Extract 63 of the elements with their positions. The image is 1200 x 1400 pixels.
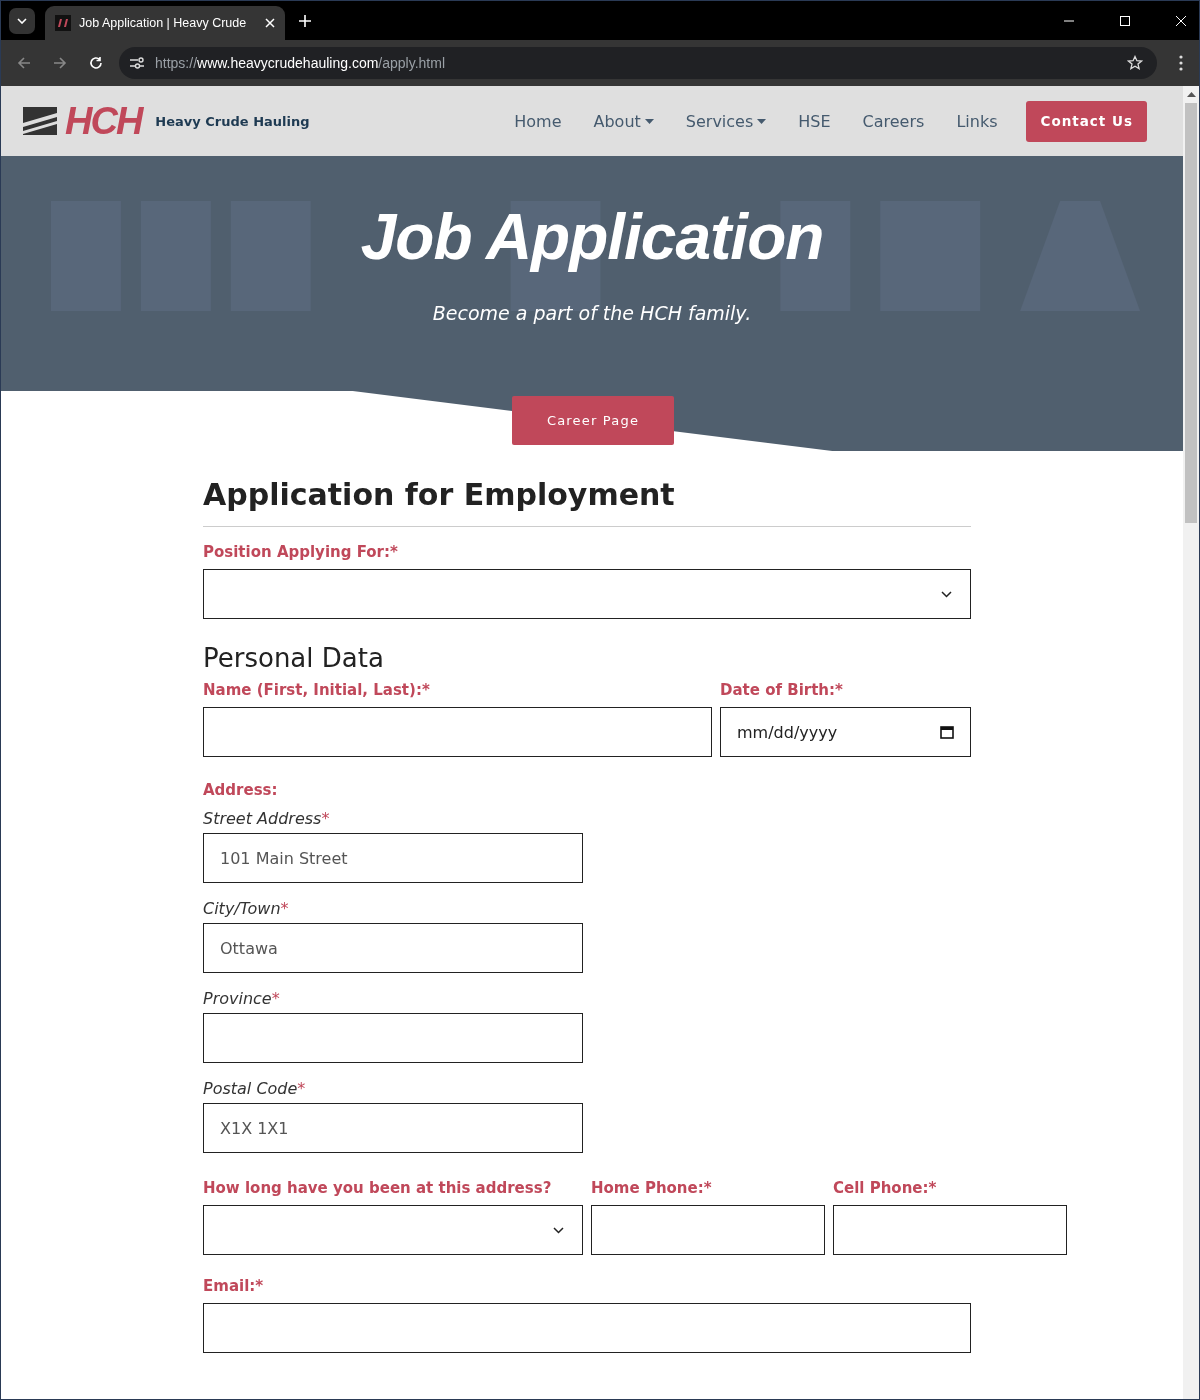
input-field[interactable]: 101 Main Street [203,833,583,883]
logo-icon [55,15,71,31]
phone-field[interactable] [833,1205,1067,1255]
chevron-down-icon [17,17,27,24]
nav-link[interactable]: Services [685,111,767,131]
close-icon[interactable] [265,18,275,28]
section-heading: Personal Data [203,643,385,673]
forward-arrow-icon[interactable] [53,56,67,70]
caret-icon [644,118,654,124]
input-field[interactable] [203,1013,583,1063]
field-label: Postal Code* [203,1079,307,1098]
form-title: Application for Employment [203,477,971,527]
reload-icon[interactable] [89,56,103,70]
nav-link[interactable]: Home [514,111,562,131]
field-label: Home Phone:* [591,1179,713,1197]
field-label: Position Applying For:* [203,543,399,561]
hero-subtitle: Become a part of the HCH family. [432,302,752,324]
phone-field[interactable] [591,1205,825,1255]
maximize-icon[interactable] [1119,14,1131,27]
chevron-down-icon [941,590,952,598]
company-name: Heavy Crude Hauling [155,113,310,129]
url-text: https://www.heavycrudehauling.com/apply.html [155,55,446,71]
scroll-up-icon[interactable] [1186,92,1196,97]
back-arrow-icon[interactable] [17,56,31,70]
close-icon[interactable] [1175,14,1187,27]
field-label: Name (First, Initial, Last):* [203,681,431,699]
caret-icon [757,118,767,124]
tab-title: Job Application | Heavy Crude [79,16,248,30]
nav-link[interactable]: About [593,111,654,131]
date-field[interactable]: mm/dd/yyyy [720,707,971,757]
scrollbar-thumb[interactable] [1185,103,1197,523]
tab-search-button[interactable] [9,7,35,34]
nav-link[interactable]: HSE [798,111,831,131]
field-label: Address: [203,781,279,799]
logo-text[interactable]: HCH [65,102,142,140]
field-label: Province* [203,989,281,1008]
nav-link[interactable]: Careers [862,111,925,131]
star-icon[interactable] [1127,55,1143,71]
field-label: Email:* [203,1277,265,1295]
new-tab-icon[interactable] [299,14,311,27]
calendar-icon [940,725,954,739]
address-bar[interactable]: https://www.heavycrudehauling.com/apply.html [119,47,1157,79]
name-field[interactable] [203,707,712,757]
hero-title: Job Application [360,200,824,274]
input-field[interactable]: Ottawa [203,923,583,973]
email-field[interactable] [203,1303,971,1353]
input-field[interactable]: X1X 1X1 [203,1103,583,1153]
field-label: Street Address* [203,809,331,828]
stripes-logo-icon [23,107,57,135]
menu-icon[interactable] [1179,55,1183,71]
duration-select[interactable] [203,1205,583,1255]
position-select[interactable] [203,569,971,619]
scrollbar[interactable] [1183,86,1199,1399]
chevron-down-icon [553,1226,564,1234]
site-settings-icon[interactable] [129,56,145,70]
field-label: Cell Phone:* [833,1179,938,1197]
field-label: How long have you been at this address? [203,1179,553,1197]
field-label: City/Town* [203,899,290,918]
browser-tab[interactable]: Job Application | Heavy Crude [45,6,285,40]
nav-link[interactable]: Links [956,111,998,131]
field-label: Date of Birth:* [720,681,844,699]
career-page-button[interactable]: Career Page [512,396,674,445]
contact-button[interactable]: Contact Us [1026,100,1147,142]
